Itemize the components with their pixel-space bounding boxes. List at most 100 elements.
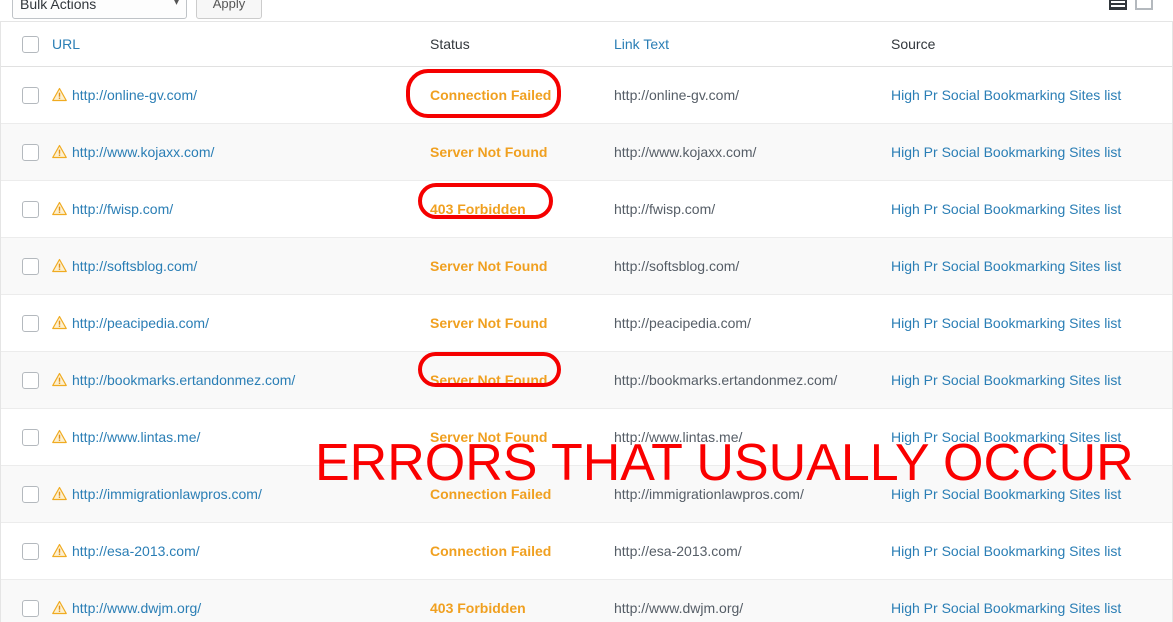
row-url-link[interactable]: http://bookmarks.ertandonmez.com/: [72, 372, 295, 388]
row-url-link[interactable]: http://www.dwjm.org/: [72, 600, 201, 616]
warning-icon: [52, 600, 67, 615]
row-url-link[interactable]: http://immigrationlawpros.com/: [72, 486, 262, 502]
row-source-cell: High Pr Social Bookmarking Sites list: [891, 180, 1172, 238]
column-header-link-text[interactable]: Link Text: [614, 22, 891, 67]
row-checkbox[interactable]: [22, 314, 39, 332]
warning-icon: [52, 486, 67, 501]
status-badge: Server Not Found: [430, 429, 548, 445]
chevron-down-icon: ▾: [173, 0, 179, 8]
status-badge: Server Not Found: [430, 144, 548, 160]
row-url-cell: http://softsblog.com/: [49, 237, 430, 295]
row-url-link[interactable]: http://esa-2013.com/: [72, 543, 200, 559]
row-url-link[interactable]: http://fwisp.com/: [72, 201, 173, 217]
row-url-cell: http://esa-2013.com/: [49, 522, 430, 580]
row-checkbox[interactable]: [22, 428, 39, 446]
row-source-cell: High Pr Social Bookmarking Sites list: [891, 579, 1172, 622]
row-link-text-cell: http://bookmarks.ertandonmez.com/: [614, 351, 891, 409]
select-all-checkbox[interactable]: [22, 35, 39, 53]
row-source-cell: High Pr Social Bookmarking Sites list: [891, 465, 1172, 523]
warning-icon: [52, 315, 67, 330]
bulk-actions-label: Bulk Actions: [20, 0, 97, 12]
table-row: http://immigrationlawpros.com/Connection…: [1, 465, 1172, 523]
row-checkbox[interactable]: [22, 599, 39, 617]
list-view-icon[interactable]: [1107, 0, 1129, 13]
row-checkbox[interactable]: [22, 542, 39, 560]
status-badge: Connection Failed: [430, 486, 552, 502]
row-checkbox[interactable]: [22, 371, 39, 389]
row-link-text-cell: http://fwisp.com/: [614, 180, 891, 238]
row-status-cell: Connection Failed: [430, 465, 614, 523]
table-row: http://peacipedia.com/Server Not Found ht…: [1, 294, 1172, 352]
status-badge: 403 Forbidden: [430, 201, 526, 217]
row-select-cell: [1, 123, 49, 181]
row-link-text-cell: http://softsblog.com/: [614, 237, 891, 295]
links-table: URL Status Link Text Source http://onlin…: [1, 22, 1172, 622]
table-row: http://www.kojaxx.com/Server Not Found ht…: [1, 123, 1172, 181]
row-checkbox[interactable]: [22, 143, 39, 161]
row-source-link[interactable]: High Pr Social Bookmarking Sites list: [891, 600, 1121, 616]
bulk-actions-select[interactable]: Bulk Actions ▾: [12, 0, 187, 19]
row-link-text-cell: http://immigrationlawpros.com/: [614, 465, 891, 523]
row-link-text-cell: http://www.dwjm.org/: [614, 579, 891, 622]
row-status-cell: Server Not Found: [430, 408, 614, 466]
warning-icon: [52, 87, 67, 102]
row-url-link[interactable]: http://online-gv.com/: [72, 87, 197, 103]
list-table-toolbar: Bulk Actions ▾ Apply: [0, 0, 1173, 21]
table-row: http://softsblog.com/Server Not Found htt…: [1, 237, 1172, 295]
row-select-cell: [1, 408, 49, 466]
status-badge: Server Not Found: [430, 372, 548, 388]
column-header-source-label: Source: [891, 36, 936, 52]
row-source-link[interactable]: High Pr Social Bookmarking Sites list: [891, 543, 1121, 559]
row-url-link[interactable]: http://peacipedia.com/: [72, 315, 209, 331]
row-url-cell: http://immigrationlawpros.com/: [49, 465, 430, 523]
row-select-cell: [1, 180, 49, 238]
status-badge: Connection Failed: [430, 543, 552, 559]
row-checkbox[interactable]: [22, 86, 39, 104]
column-header-url-label[interactable]: URL: [52, 36, 80, 52]
warning-icon: [52, 144, 67, 159]
row-status-cell: Server Not Found: [430, 237, 614, 295]
status-badge: 403 Forbidden: [430, 600, 526, 616]
status-badge: Server Not Found: [430, 258, 548, 274]
row-source-link[interactable]: High Pr Social Bookmarking Sites list: [891, 486, 1121, 502]
row-select-cell: [1, 465, 49, 523]
column-header-link-text-label[interactable]: Link Text: [614, 36, 669, 52]
excerpt-view-icon[interactable]: [1133, 0, 1155, 13]
row-url-cell: http://online-gv.com/: [49, 66, 430, 124]
row-checkbox[interactable]: [22, 485, 39, 503]
row-link-text-cell: http://peacipedia.com/: [614, 294, 891, 352]
row-source-link[interactable]: High Pr Social Bookmarking Sites list: [891, 429, 1121, 445]
row-source-link[interactable]: High Pr Social Bookmarking Sites list: [891, 258, 1121, 274]
row-link-text-cell: http://online-gv.com/: [614, 66, 891, 124]
row-status-cell: Server Not Found: [430, 351, 614, 409]
row-select-cell: [1, 522, 49, 580]
row-source-cell: High Pr Social Bookmarking Sites list: [891, 66, 1172, 124]
row-select-cell: [1, 579, 49, 622]
row-source-link[interactable]: High Pr Social Bookmarking Sites list: [891, 315, 1121, 331]
row-source-link[interactable]: High Pr Social Bookmarking Sites list: [891, 372, 1121, 388]
warning-icon: [52, 201, 67, 216]
row-checkbox[interactable]: [22, 200, 39, 218]
row-select-cell: [1, 294, 49, 352]
row-select-cell: [1, 66, 49, 124]
row-source-link[interactable]: High Pr Social Bookmarking Sites list: [891, 144, 1121, 160]
row-source-link[interactable]: High Pr Social Bookmarking Sites list: [891, 87, 1121, 103]
row-link-text-cell: http://www.lintas.me/: [614, 408, 891, 466]
row-url-cell: http://www.kojaxx.com/: [49, 123, 430, 181]
table-body: http://online-gv.com/Connection Failed ht…: [1, 66, 1172, 622]
row-source-cell: High Pr Social Bookmarking Sites list: [891, 237, 1172, 295]
apply-button[interactable]: Apply: [196, 0, 262, 19]
row-status-cell: 403 Forbidden: [430, 180, 614, 238]
column-header-url[interactable]: URL: [49, 22, 430, 67]
row-source-cell: High Pr Social Bookmarking Sites list: [891, 351, 1172, 409]
row-source-link[interactable]: High Pr Social Bookmarking Sites list: [891, 201, 1121, 217]
row-checkbox[interactable]: [22, 257, 39, 275]
warning-icon: [52, 543, 67, 558]
row-status-cell: 403 Forbidden: [430, 579, 614, 622]
row-url-link[interactable]: http://softsblog.com/: [72, 258, 197, 274]
row-source-cell: High Pr Social Bookmarking Sites list: [891, 522, 1172, 580]
row-select-cell: [1, 351, 49, 409]
row-url-link[interactable]: http://www.lintas.me/: [72, 429, 200, 445]
row-url-link[interactable]: http://www.kojaxx.com/: [72, 144, 214, 160]
table-row: http://bookmarks.ertandonmez.com/Server …: [1, 351, 1172, 409]
